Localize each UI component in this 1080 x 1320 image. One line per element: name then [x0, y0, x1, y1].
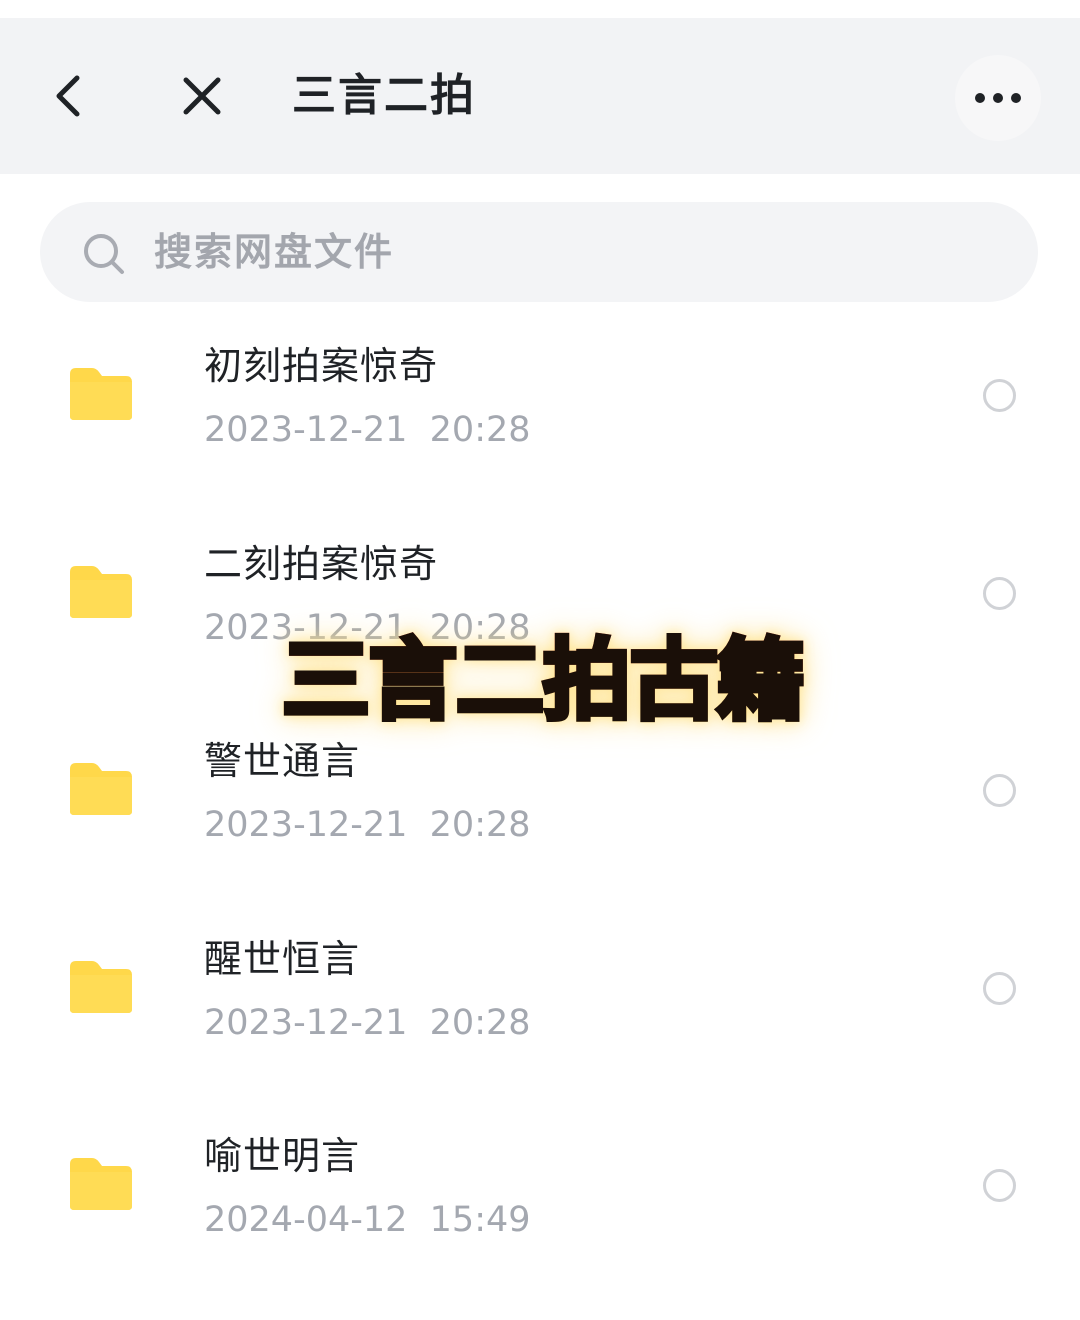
select-radio[interactable] [983, 1169, 1016, 1202]
more-horizontal-icon [975, 93, 1021, 103]
chevron-left-icon [56, 75, 80, 117]
file-date: 2023-12-21 20:28 [204, 607, 531, 648]
file-date: 2024-04-12 15:49 [204, 1200, 531, 1240]
page-title: 三言二拍 [292, 70, 476, 121]
file-date: 2023-12-21 20:28 [204, 1002, 531, 1043]
file-name: 二刻拍案惊奇 [204, 541, 439, 586]
file-row[interactable]: 醒世恒言 2023-12-21 20:28 [0, 899, 1080, 1097]
folder-icon [70, 763, 132, 815]
file-row[interactable]: 初刻拍案惊奇 2023-12-21 20:28 [0, 306, 1080, 504]
folder-icon [70, 960, 132, 1013]
more-options-button[interactable] [955, 55, 1041, 141]
file-date: 2023-12-21 20:28 [204, 805, 531, 845]
folder-icon [70, 368, 132, 420]
select-radio[interactable] [983, 971, 1016, 1005]
file-row[interactable]: 喻世明言 2024-04-12 15:49 [0, 1096, 1080, 1294]
file-date: 2023-12-21 20:28 [204, 410, 531, 450]
close-button[interactable] [174, 72, 230, 120]
select-radio[interactable] [983, 379, 1016, 412]
back-button[interactable] [40, 72, 96, 120]
status-bar-area [0, 0, 1080, 18]
file-name: 醒世恒言 [204, 936, 361, 981]
select-radio[interactable] [983, 774, 1016, 807]
file-name: 初刻拍案惊奇 [204, 344, 439, 388]
folder-icon [70, 1158, 132, 1210]
file-row[interactable]: 警世通言 2023-12-21 20:28 [0, 701, 1080, 899]
search-input[interactable]: 搜索网盘文件 [40, 202, 1038, 302]
select-radio[interactable] [983, 576, 1016, 610]
file-name: 警世通言 [204, 739, 361, 783]
file-row[interactable]: 二刻拍案惊奇 2023-12-21 20:28 [0, 504, 1080, 702]
top-nav-bar: 三言二拍 [0, 18, 1080, 174]
search-placeholder: 搜索网盘文件 [154, 230, 395, 274]
close-icon [183, 77, 221, 115]
folder-icon [70, 565, 132, 618]
search-icon [84, 234, 124, 274]
file-list: 初刻拍案惊奇 2023-12-21 20:28 二刻拍案惊奇 2023-12-2… [0, 306, 1080, 1294]
file-name: 喻世明言 [204, 1134, 361, 1178]
app-screen: 三言二拍 搜索网盘文件 初刻拍案惊奇 2023-12-21 20:28 二刻拍案… [0, 0, 1080, 1320]
